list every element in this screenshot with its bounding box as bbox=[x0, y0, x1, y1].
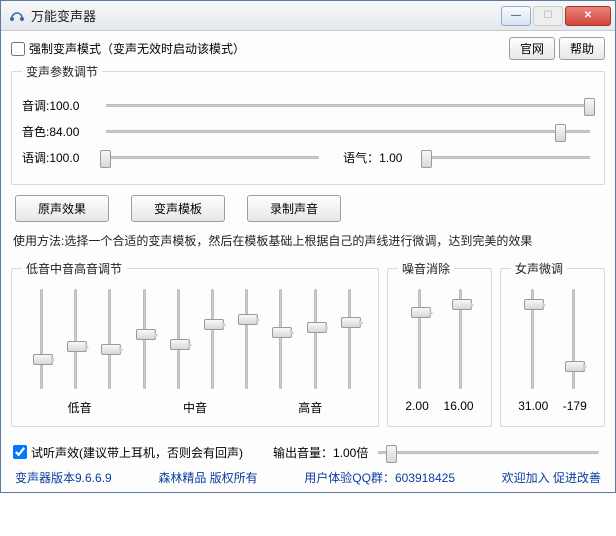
noise-group: 噪音消除 2.00 16.00 bbox=[387, 260, 492, 427]
tone-label: 语调:100.0 bbox=[22, 149, 102, 166]
close-button[interactable]: ✕ bbox=[565, 6, 611, 26]
listen-checkbox[interactable]: 试听声效(建议带上耳机，否则会有回声) bbox=[13, 444, 243, 461]
female-v2: -179 bbox=[563, 399, 587, 413]
female-group: 女声微调 31.00 -179 bbox=[500, 260, 605, 427]
pitch-slider[interactable] bbox=[106, 96, 590, 114]
eq-label-mid: 中音 bbox=[168, 399, 222, 416]
pitch-label: 音调:100.0 bbox=[22, 97, 102, 114]
vertical-slider[interactable] bbox=[169, 289, 187, 389]
noise-v2: 16.00 bbox=[444, 399, 474, 413]
vertical-slider[interactable] bbox=[410, 289, 428, 389]
female-v1: 31.00 bbox=[518, 399, 548, 413]
timbre-label: 音色:84.00 bbox=[22, 123, 102, 140]
vertical-slider[interactable] bbox=[66, 289, 84, 389]
eq-label-high: 高音 bbox=[283, 399, 337, 416]
official-site-button[interactable]: 官网 bbox=[509, 37, 555, 60]
noise-labels: 2.00 16.00 bbox=[398, 399, 481, 413]
eq-labels: 低音 中音 高音 bbox=[22, 399, 368, 416]
mood-slider[interactable] bbox=[427, 148, 590, 166]
noise-sliders bbox=[398, 285, 481, 395]
original-sound-button[interactable]: 原声效果 bbox=[15, 195, 109, 222]
params-group: 变声参数调节 音调:100.0 音色:84.00 语调:100.0 bbox=[11, 63, 605, 185]
voice-template-button[interactable]: 变声模板 bbox=[131, 195, 225, 222]
mood-label: 语气：1.00 bbox=[343, 149, 423, 166]
female-legend: 女声微调 bbox=[511, 260, 567, 277]
vertical-slider[interactable] bbox=[340, 289, 358, 389]
bottom-row: 试听声效(建议带上耳机，否则会有回声) 输出音量：1.00倍 bbox=[13, 443, 603, 461]
copyright-text: 森林精品 版权所有 bbox=[158, 469, 257, 486]
timbre-slider[interactable] bbox=[106, 122, 590, 140]
force-mode-label: 强制变声模式（变声无效时启动该模式） bbox=[29, 40, 245, 57]
vertical-slider[interactable] bbox=[271, 289, 289, 389]
pitch-row: 音调:100.0 bbox=[22, 96, 594, 114]
vertical-slider[interactable] bbox=[523, 289, 541, 389]
vertical-slider[interactable] bbox=[306, 289, 324, 389]
vertical-slider[interactable] bbox=[135, 289, 153, 389]
eq-group: 低音中音高音调节 低音 中音 高音 bbox=[11, 260, 379, 427]
record-sound-button[interactable]: 录制声音 bbox=[247, 195, 341, 222]
minimize-button[interactable]: — bbox=[501, 6, 531, 26]
vertical-slider[interactable] bbox=[100, 289, 118, 389]
vertical-slider[interactable] bbox=[203, 289, 221, 389]
params-legend: 变声参数调节 bbox=[22, 63, 102, 80]
instruction-text: 使用方法:选择一个合适的变声模板，然后在模板基础上根据自己的声线进行微调，达到完… bbox=[13, 232, 603, 249]
noise-legend: 噪音消除 bbox=[398, 260, 454, 277]
app-icon bbox=[9, 8, 25, 24]
force-mode-input[interactable] bbox=[11, 42, 25, 56]
noise-v1: 2.00 bbox=[405, 399, 428, 413]
version-text: 变声器版本9.6.6.9 bbox=[15, 469, 112, 486]
vertical-slider[interactable] bbox=[237, 289, 255, 389]
window-controls: — ☐ ✕ bbox=[499, 6, 611, 26]
eq-sliders bbox=[22, 285, 368, 395]
top-row: 强制变声模式（变声无效时启动该模式） 官网 帮助 bbox=[11, 37, 605, 60]
timbre-row: 音色:84.00 bbox=[22, 122, 594, 140]
eq-label-low: 低音 bbox=[53, 399, 107, 416]
output-volume-slider[interactable] bbox=[378, 443, 599, 461]
vertical-slider[interactable] bbox=[564, 289, 582, 389]
vertical-slider[interactable] bbox=[451, 289, 469, 389]
tone-slider[interactable] bbox=[106, 148, 319, 166]
client-area: 强制变声模式（变声无效时启动该模式） 官网 帮助 变声参数调节 音调:100.0… bbox=[1, 31, 615, 492]
qq-group: 用户体验QQ群：603918425 bbox=[304, 469, 455, 486]
action-buttons: 原声效果 变声模板 录制声音 bbox=[15, 195, 605, 222]
qq-number-link[interactable]: 603918425 bbox=[395, 471, 455, 485]
maximize-button: ☐ bbox=[533, 6, 563, 26]
help-button[interactable]: 帮助 bbox=[559, 37, 605, 60]
window-title: 万能变声器 bbox=[31, 6, 499, 25]
output-volume-label: 输出音量：1.00倍 bbox=[273, 444, 368, 461]
eq-legend: 低音中音高音调节 bbox=[22, 260, 126, 277]
listen-input[interactable] bbox=[13, 445, 27, 459]
welcome-text: 欢迎加入 促进改善 bbox=[502, 469, 601, 486]
listen-label: 试听声效(建议带上耳机，否则会有回声) bbox=[31, 444, 243, 461]
female-sliders bbox=[511, 285, 594, 395]
vertical-slider[interactable] bbox=[32, 289, 50, 389]
tone-mood-row: 语调:100.0 语气：1.00 bbox=[22, 148, 594, 166]
lower-row: 低音中音高音调节 低音 中音 高音 噪音消除 2.00 16.00 女声微调 bbox=[11, 257, 605, 435]
force-mode-checkbox[interactable]: 强制变声模式（变声无效时启动该模式） bbox=[11, 40, 505, 57]
titlebar[interactable]: 万能变声器 — ☐ ✕ bbox=[1, 1, 615, 31]
footer: 变声器版本9.6.6.9 森林精品 版权所有 用户体验QQ群：603918425… bbox=[11, 467, 605, 488]
female-labels: 31.00 -179 bbox=[511, 399, 594, 413]
app-window: 万能变声器 — ☐ ✕ 强制变声模式（变声无效时启动该模式） 官网 帮助 变声参… bbox=[0, 0, 616, 493]
